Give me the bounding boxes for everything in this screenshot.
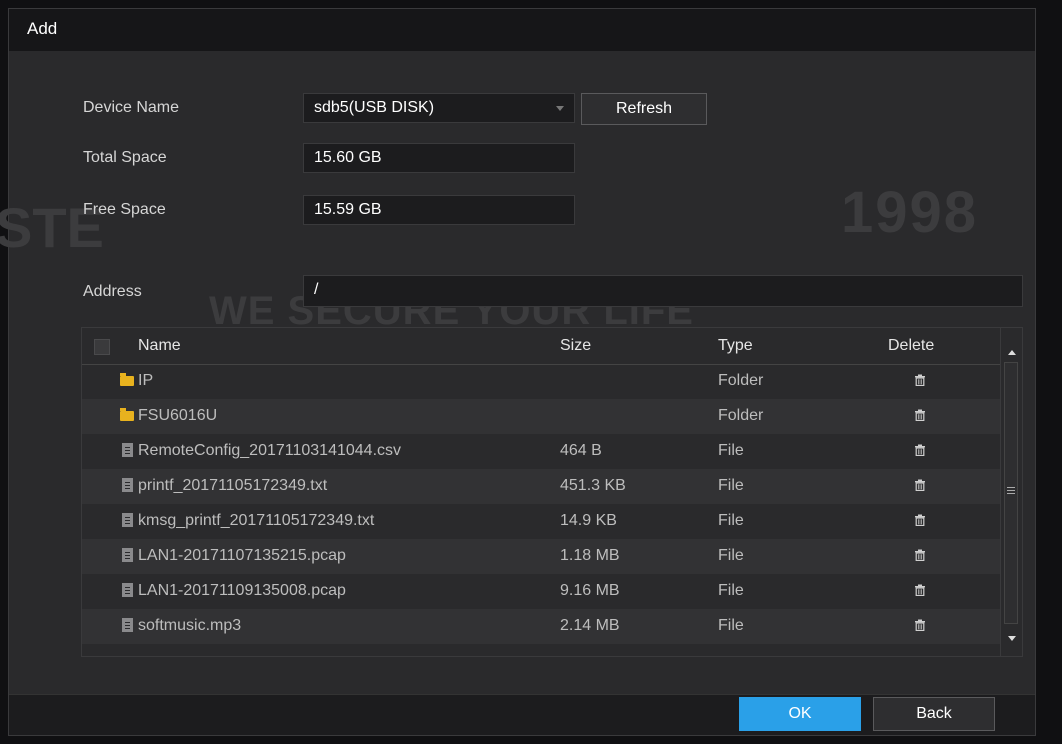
row-type: File	[718, 547, 744, 564]
folder-icon	[120, 373, 134, 386]
row-size: 464 B	[560, 442, 602, 459]
ok-button[interactable]: OK	[739, 697, 861, 731]
grip-icon	[1007, 487, 1015, 488]
table-row[interactable]: LAN1-20171109135008.pcap 9.16 MB File	[82, 574, 1000, 609]
trash-icon[interactable]	[914, 619, 926, 631]
free-space-field: 15.59 GB	[303, 195, 575, 225]
address-field[interactable]: /	[303, 275, 1023, 307]
dialog-title: Add	[27, 19, 58, 38]
address-value: /	[314, 281, 319, 298]
file-icon	[122, 513, 133, 527]
file-icon	[122, 618, 133, 632]
row-name: softmusic.mp3	[138, 617, 242, 634]
table-row[interactable]: softmusic.mp3 2.14 MB File	[82, 609, 1000, 644]
row-name: kmsg_printf_20171105172349.txt	[138, 512, 375, 529]
row-name: IP	[138, 372, 154, 389]
total-space-value: 15.60 GB	[314, 149, 382, 166]
row-size: 2.14 MB	[560, 617, 620, 634]
device-name-value: sdb5(USB DISK)	[314, 99, 435, 116]
device-name-select[interactable]: sdb5(USB DISK)	[303, 93, 575, 123]
watermark-right: 1998	[841, 180, 979, 245]
table-row[interactable]: LAN1-20171107135215.pcap 1.18 MB File	[82, 539, 1000, 574]
file-icon	[122, 443, 133, 457]
back-button[interactable]: Back	[873, 697, 995, 731]
row-name: LAN1-20171107135215.pcap	[138, 547, 346, 564]
header-delete: Delete	[888, 337, 935, 354]
row-type: File	[718, 442, 744, 459]
table-header: Name Size Type Delete	[82, 328, 1000, 365]
trash-icon[interactable]	[914, 479, 926, 491]
trash-icon[interactable]	[914, 514, 926, 526]
file-icon	[122, 478, 133, 492]
chevron-down-icon	[556, 106, 564, 111]
table-row[interactable]: RemoteConfig_20171103141044.csv 464 B Fi…	[82, 434, 1000, 469]
row-type: File	[718, 512, 744, 529]
dialog-footer: OK Back	[9, 694, 1035, 735]
address-label: Address	[83, 283, 142, 300]
add-dialog: Add STE 1998 WE SECURE YOUR LIFE Device …	[0, 8, 1036, 736]
file-icon	[122, 583, 133, 597]
file-icon	[122, 548, 133, 562]
header-size[interactable]: Size	[560, 337, 591, 355]
trash-icon[interactable]	[914, 444, 926, 456]
row-size: 451.3 KB	[560, 477, 626, 494]
total-space-field: 15.60 GB	[303, 143, 575, 173]
scroll-up-icon[interactable]	[1008, 350, 1016, 355]
trash-icon[interactable]	[914, 584, 926, 596]
table-row[interactable]: IP Folder	[82, 364, 1000, 399]
row-size: 14.9 KB	[560, 512, 617, 529]
trash-icon[interactable]	[914, 549, 926, 561]
dialog-titlebar: Add	[9, 9, 1035, 51]
device-name-label: Device Name	[83, 99, 180, 116]
trash-icon[interactable]	[914, 409, 926, 421]
trash-icon[interactable]	[914, 374, 926, 386]
file-table: Name Size Type Delete IP Folder FSU6016U…	[81, 327, 1023, 657]
table-scrollbar[interactable]	[1000, 328, 1022, 656]
total-space-label: Total Space	[83, 149, 167, 166]
table-row[interactable]: printf_20171105172349.txt 451.3 KB File	[82, 469, 1000, 504]
row-size: 1.18 MB	[560, 547, 620, 564]
row-size: 9.16 MB	[560, 582, 620, 599]
row-type: Folder	[718, 372, 764, 389]
free-space-label: Free Space	[83, 201, 166, 218]
row-type: Folder	[718, 407, 764, 424]
row-name: printf_20171105172349.txt	[138, 477, 328, 494]
select-all-checkbox[interactable]	[94, 339, 110, 355]
table-row[interactable]: kmsg_printf_20171105172349.txt 14.9 KB F…	[82, 504, 1000, 539]
table-row[interactable]: FSU6016U Folder	[82, 399, 1000, 434]
refresh-button[interactable]: Refresh	[581, 93, 707, 125]
row-type: File	[718, 477, 744, 494]
header-name[interactable]: Name	[138, 337, 181, 355]
row-type: File	[718, 617, 744, 634]
row-name: FSU6016U	[138, 407, 218, 424]
scroll-down-icon[interactable]	[1008, 636, 1016, 641]
row-type: File	[718, 582, 744, 599]
row-name: RemoteConfig_20171103141044.csv	[138, 442, 402, 459]
free-space-value: 15.59 GB	[314, 201, 382, 218]
folder-icon	[120, 408, 134, 421]
scroll-thumb[interactable]	[1004, 362, 1018, 624]
row-name: LAN1-20171109135008.pcap	[138, 582, 346, 599]
header-type[interactable]: Type	[718, 337, 753, 355]
